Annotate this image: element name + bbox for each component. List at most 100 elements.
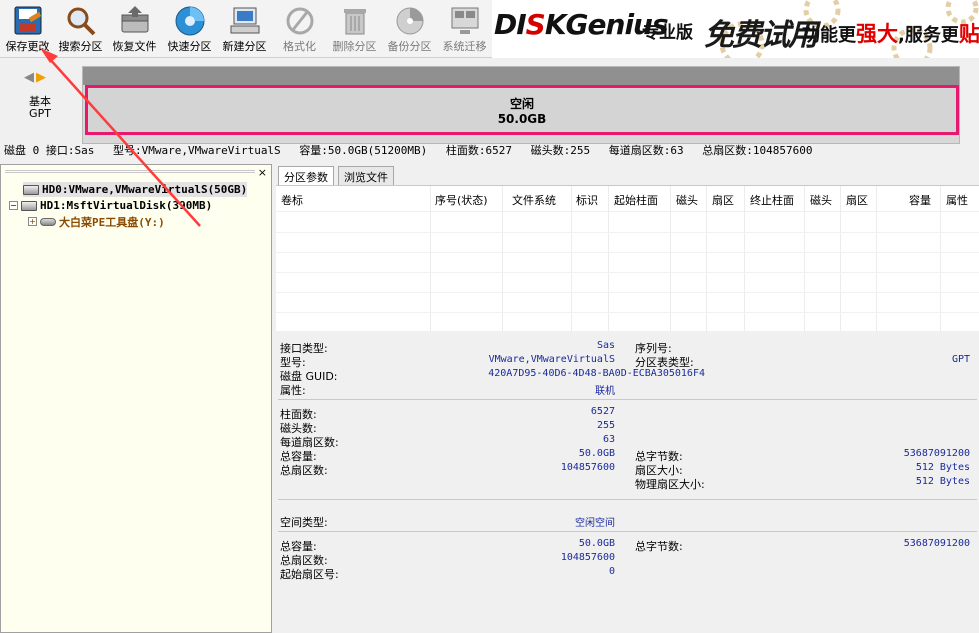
col-index-status[interactable]: 序号(状态) (435, 192, 488, 208)
info-cylinders: 柱面数:6527 (445, 144, 513, 157)
disk-tree-pane: × HD0:VMware,VMwareVirtualS(50GB) − HD1:… (0, 164, 272, 633)
partition-details-pane: 分区参数 浏览文件 卷标 序号(状态) 文件系统 标识 起始柱面 磁头 扇区 终… (276, 164, 979, 633)
format-button[interactable]: 格式化 (272, 2, 327, 56)
free-total-sectors-value: 104857600 (560, 552, 615, 563)
quick-partition-label: 快速分区 (167, 40, 212, 53)
slogan-part-1: 功能更 (802, 25, 856, 46)
col-attribute[interactable]: 属性 (946, 192, 968, 208)
delete-partition-label: 删除分区 (332, 40, 377, 53)
tree-item-hd0[interactable]: HD0:VMware,VMwareVirtualS(50GB) (23, 182, 248, 197)
col-id[interactable]: 标识 (576, 192, 598, 208)
col-capacity[interactable]: 容量 (909, 192, 931, 208)
col-filesystem[interactable]: 文件系统 (512, 192, 556, 208)
sector-size-value: 512 Bytes (915, 462, 970, 473)
hard-disk-icon (21, 200, 37, 211)
table-header: 卷标 序号(状态) 文件系统 标识 起始柱面 磁头 扇区 终止柱面 磁头 扇区 … (276, 186, 979, 212)
attribute-label: 属性: (280, 384, 306, 397)
free-space-block[interactable]: 空闲 50.0GB (85, 85, 959, 135)
total-capacity-value: 50.0GB (578, 448, 615, 459)
collapse-icon[interactable]: − (9, 201, 18, 210)
quick-partition-button[interactable]: 快速分区 (162, 2, 217, 56)
logo-part-1: DI (494, 8, 527, 41)
detail-row: 属性: 联机 (276, 382, 979, 397)
info-model: 型号:VMware,VMwareVirtualS (112, 144, 281, 157)
info-total-sectors: 总扇区数:104857600 (702, 144, 813, 157)
partition-drive-icon (40, 217, 56, 226)
detail-row: 磁头数: 255 (276, 420, 979, 435)
tab-partition-params[interactable]: 分区参数 (278, 166, 334, 186)
pane-grip[interactable] (5, 170, 255, 173)
detail-row: 总容量: 50.0GB 总字节数: 53687091200 (276, 538, 979, 553)
new-partition-button[interactable]: 新建分区 (217, 2, 272, 56)
tab-browse-files[interactable]: 浏览文件 (338, 166, 394, 185)
system-migrate-icon (451, 7, 478, 34)
slogan-highlight-1: 强大 (856, 22, 898, 46)
save-changes-button[interactable]: 保存更改 (0, 2, 55, 56)
divider (278, 531, 977, 532)
trash-icon (343, 9, 366, 35)
system-migrate-button[interactable]: 系统迁移 (437, 2, 492, 56)
banner-slogan: 功能更强大,服务更贴心 (802, 18, 979, 48)
disk-guid-value: 420A7D95-40D6-4D48-BA0D-ECBA305016F4 (488, 368, 705, 379)
col-end-sector[interactable]: 扇区 (846, 192, 868, 208)
slogan-part-2: ,服务更 (898, 25, 959, 46)
hard-disk-icon (23, 184, 39, 195)
total-sectors-value: 104857600 (560, 462, 615, 473)
backup-partition-button[interactable]: 备份分区 (382, 2, 437, 56)
col-start-cylinder[interactable]: 起始柱面 (614, 192, 658, 208)
heads-value: 255 (596, 420, 615, 431)
space-type-value: 空闲空间 (575, 518, 615, 529)
detail-row: 总容量: 50.0GB 总字节数: 53687091200 (276, 448, 979, 463)
recover-files-label: 恢复文件 (112, 40, 157, 53)
col-start-sector[interactable]: 扇区 (712, 192, 734, 208)
free-space-name: 空闲 (509, 97, 534, 111)
search-partition-button[interactable]: 搜索分区 (53, 2, 108, 56)
expand-icon[interactable]: + (28, 217, 37, 226)
detail-row: 柱面数: 6527 (276, 406, 979, 421)
disk-bar-header (83, 67, 959, 85)
detail-row: 每道扇区数: 63 (276, 434, 979, 449)
disk-style-label: 基本 GPT (18, 96, 62, 120)
col-end-head[interactable]: 磁头 (810, 192, 832, 208)
free-space-size: 50.0GB (497, 112, 547, 126)
tree-item-pe-partition-label: 大白菜PE工具盘(Y:) (59, 215, 165, 229)
detail-row: 物理扇区大小: 512 Bytes (276, 476, 979, 491)
system-migrate-label: 系统迁移 (442, 40, 487, 53)
tree-item-hd1[interactable]: − HD1:MsftVirtualDisk(390MB) (9, 198, 212, 213)
next-disk-arrow-icon[interactable]: ▶ (36, 70, 46, 85)
tree-item-pe-partition[interactable]: + 大白菜PE工具盘(Y:) (28, 214, 165, 229)
format-label: 格式化 (283, 40, 316, 53)
recover-files-icon (121, 6, 148, 33)
cylinders-value: 6527 (590, 406, 615, 417)
close-icon[interactable]: × (258, 166, 267, 179)
recover-files-button[interactable]: 恢复文件 (107, 2, 162, 56)
save-changes-label: 保存更改 (5, 40, 50, 53)
info-capacity: 容量:50.0GB(51200MB) (299, 144, 428, 157)
detail-row: 起始扇区号: 0 (276, 566, 979, 581)
detail-row: 型号: VMware,VMwareVirtualS 分区表类型: GPT (276, 354, 979, 369)
prev-disk-arrow-icon[interactable]: ◀ (24, 70, 34, 85)
info-disk: 磁盘 0 接口:Sas (4, 144, 95, 157)
interface-type-value: Sas (596, 340, 615, 351)
col-end-cylinder[interactable]: 终止柱面 (750, 192, 794, 208)
physical-sector-size-value: 512 Bytes (915, 476, 970, 487)
space-type-label: 空间类型: (280, 516, 328, 529)
col-volume-label[interactable]: 卷标 (281, 192, 303, 208)
partition-table-type-value: GPT (951, 354, 970, 365)
slogan-highlight-2: 贴心 (958, 22, 979, 46)
detail-row: 总扇区数: 104857600 扇区大小: 512 Bytes (276, 462, 979, 477)
start-sector-value: 0 (608, 566, 615, 577)
delete-partition-button[interactable]: 删除分区 (327, 2, 382, 56)
col-start-head[interactable]: 磁头 (676, 192, 698, 208)
format-icon (286, 7, 313, 35)
disk-nav: ◀ ▶ (24, 70, 48, 85)
detail-row: 空间类型: 空闲空间 (276, 514, 979, 529)
model-value: VMware,VMwareVirtualS (488, 354, 615, 365)
search-magnifier-icon (67, 7, 95, 36)
banner-edition: 专业版 (642, 23, 693, 43)
detail-row: 接口类型: Sas 序列号: (276, 340, 979, 355)
free-bytes-value: 53687091200 (903, 538, 970, 549)
attribute-value: 联机 (595, 386, 615, 397)
tree-item-hd1-label: HD1:MsftVirtualDisk(390MB) (40, 199, 213, 212)
total-bytes-value: 53687091200 (903, 448, 970, 459)
